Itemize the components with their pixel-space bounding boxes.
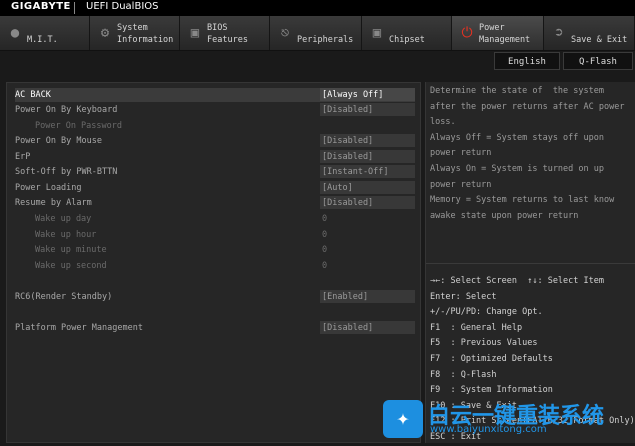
setting-wake-up-day: Wake up day 0 [15,212,415,226]
tab-label: Save & Exit [571,35,628,45]
tab-chipset[interactable]: ▣ Chipset [362,16,452,50]
setting-value[interactable]: [Enabled] [320,290,415,303]
help-line: after the power returns after AC power [430,101,625,112]
tab-label: Peripherals [297,35,354,45]
qflash-button[interactable]: Q-Flash [563,52,633,70]
setting-power-loading[interactable]: Power Loading [Auto] [15,181,415,195]
setting-rc6-render-standby[interactable]: RC6(Render Standby) [Enabled] [15,290,415,304]
watermark: ✦ 白云一键重装系统 www.baiyunxitong.com [383,400,635,443]
exit-icon: ➲ [554,25,564,41]
help-line: power return [430,179,492,190]
setting-value[interactable]: [Disabled] [320,196,415,209]
tab-power-management[interactable]: ⏻ Power Management [452,16,544,50]
help-line: Always Off = System stays off upon [430,132,604,143]
setting-label: Wake up day [35,214,92,224]
setting-label: Power On By Keyboard [15,105,118,115]
language-button[interactable]: English [494,52,560,70]
help-line: Memory = System returns to last know [430,195,615,206]
product-name: UEFI DualBIOS [86,1,159,12]
tab-label: System Information [117,23,174,45]
setting-ac-back[interactable]: AC BACK [Always Off] [15,88,415,102]
setting-value[interactable]: [Instant-Off] [320,165,415,178]
help-line: awake state upon power return [430,210,579,221]
help-line: Determine the state of the system [430,86,604,96]
key-line: F5 : Previous Values [430,338,538,349]
chip-plus-icon: ▣ [190,25,200,41]
setting-value: 0 [322,230,328,240]
setting-label: Wake up second [35,261,107,271]
key-line: F7 : Optimized Defaults [430,353,553,364]
setting-label: RC6(Render Standby) [15,292,113,302]
watermark-url: www.baiyunxitong.com [430,424,547,435]
setting-label: Resume by Alarm [15,198,92,208]
disc-icon: ● [10,25,20,41]
setting-value[interactable]: [Disabled] [320,103,415,116]
main-tabs: ● M.I.T. ⚙ System Information ▣ BIOS Fea… [0,16,635,51]
setting-power-on-by-keyboard[interactable]: Power On By Keyboard [Disabled] [15,103,415,117]
setting-label: Power On Password [35,121,122,131]
tab-label: M.I.T. [27,35,58,45]
help-panel: Determine the state of the system after … [425,82,635,443]
setting-label: Wake up hour [35,230,97,240]
setting-value[interactable]: [Disabled] [320,150,415,163]
tab-label: Chipset [389,35,425,45]
setting-power-on-by-mouse[interactable]: Power On By Mouse [Disabled] [15,134,415,148]
tab-bios-features[interactable]: ▣ BIOS Features [180,16,270,50]
setting-label: Power Loading [15,183,82,193]
tab-mit[interactable]: ● M.I.T. [0,16,90,50]
setting-value[interactable]: [Always Off] [320,88,415,101]
power-icon: ⏻ [461,25,473,41]
chipset-icon: ▣ [372,25,382,41]
setting-wake-up-minute: Wake up minute 0 [15,243,415,257]
setting-value: 0 [322,261,328,271]
setting-label: Wake up minute [35,245,107,255]
tab-system-information[interactable]: ⚙ System Information [90,16,180,50]
help-text: Determine the state of the system after … [430,84,630,224]
setting-value[interactable]: [Auto] [320,181,415,194]
bird-icon: ✦ [383,400,423,438]
brand-separator [74,2,75,14]
setting-soft-off-by-pwr-bttn[interactable]: Soft-Off by PWR-BTTN [Instant-Off] [15,165,415,179]
setting-resume-by-alarm[interactable]: Resume by Alarm [Disabled] [15,196,415,210]
setting-label: AC BACK [15,90,51,100]
plug-icon: ⎋ [280,25,290,41]
gear-icon: ⚙ [100,25,110,41]
help-line: loss. [430,117,456,128]
setting-value: 0 [322,214,328,224]
setting-value[interactable]: [Disabled] [320,321,415,334]
setting-value: 0 [322,245,328,255]
key-line: Enter: Select [430,291,497,302]
setting-label: Soft-Off by PWR-BTTN [15,167,118,177]
tab-save-exit[interactable]: ➲ Save & Exit [544,16,635,50]
setting-value[interactable]: [Disabled] [320,134,415,147]
setting-erp[interactable]: ErP [Disabled] [15,150,415,164]
help-divider [426,263,635,264]
key-line: F1 : General Help [430,322,523,333]
setting-label: Platform Power Management [15,323,143,333]
brand-logo: GIGABYTE [11,1,71,12]
setting-label: ErP [15,152,31,162]
tab-label: Power Management [479,23,531,45]
tab-label: BIOS Features [207,23,248,45]
setting-platform-power-management[interactable]: Platform Power Management [Disabled] [15,321,415,335]
setting-label: Power On By Mouse [15,136,102,146]
top-bar: GIGABYTE UEFI DualBIOS [0,0,635,16]
key-line: →←: Select Screen ↑↓: Select Item [430,276,604,286]
key-line: F8 : Q-Flash [430,369,497,380]
tab-peripherals[interactable]: ⎋ Peripherals [270,16,362,50]
key-line: +/-/PU/PD: Change Opt. [430,307,543,318]
setting-wake-up-second: Wake up second 0 [15,259,415,273]
key-line: F9 : System Information [430,385,553,396]
settings-panel: AC BACK [Always Off] Power On By Keyboar… [6,82,421,443]
setting-wake-up-hour: Wake up hour 0 [15,228,415,242]
setting-power-on-password: Power On Password [15,119,415,133]
help-line: Always On = System is turned on up [430,163,604,174]
help-line: power return [430,148,492,159]
